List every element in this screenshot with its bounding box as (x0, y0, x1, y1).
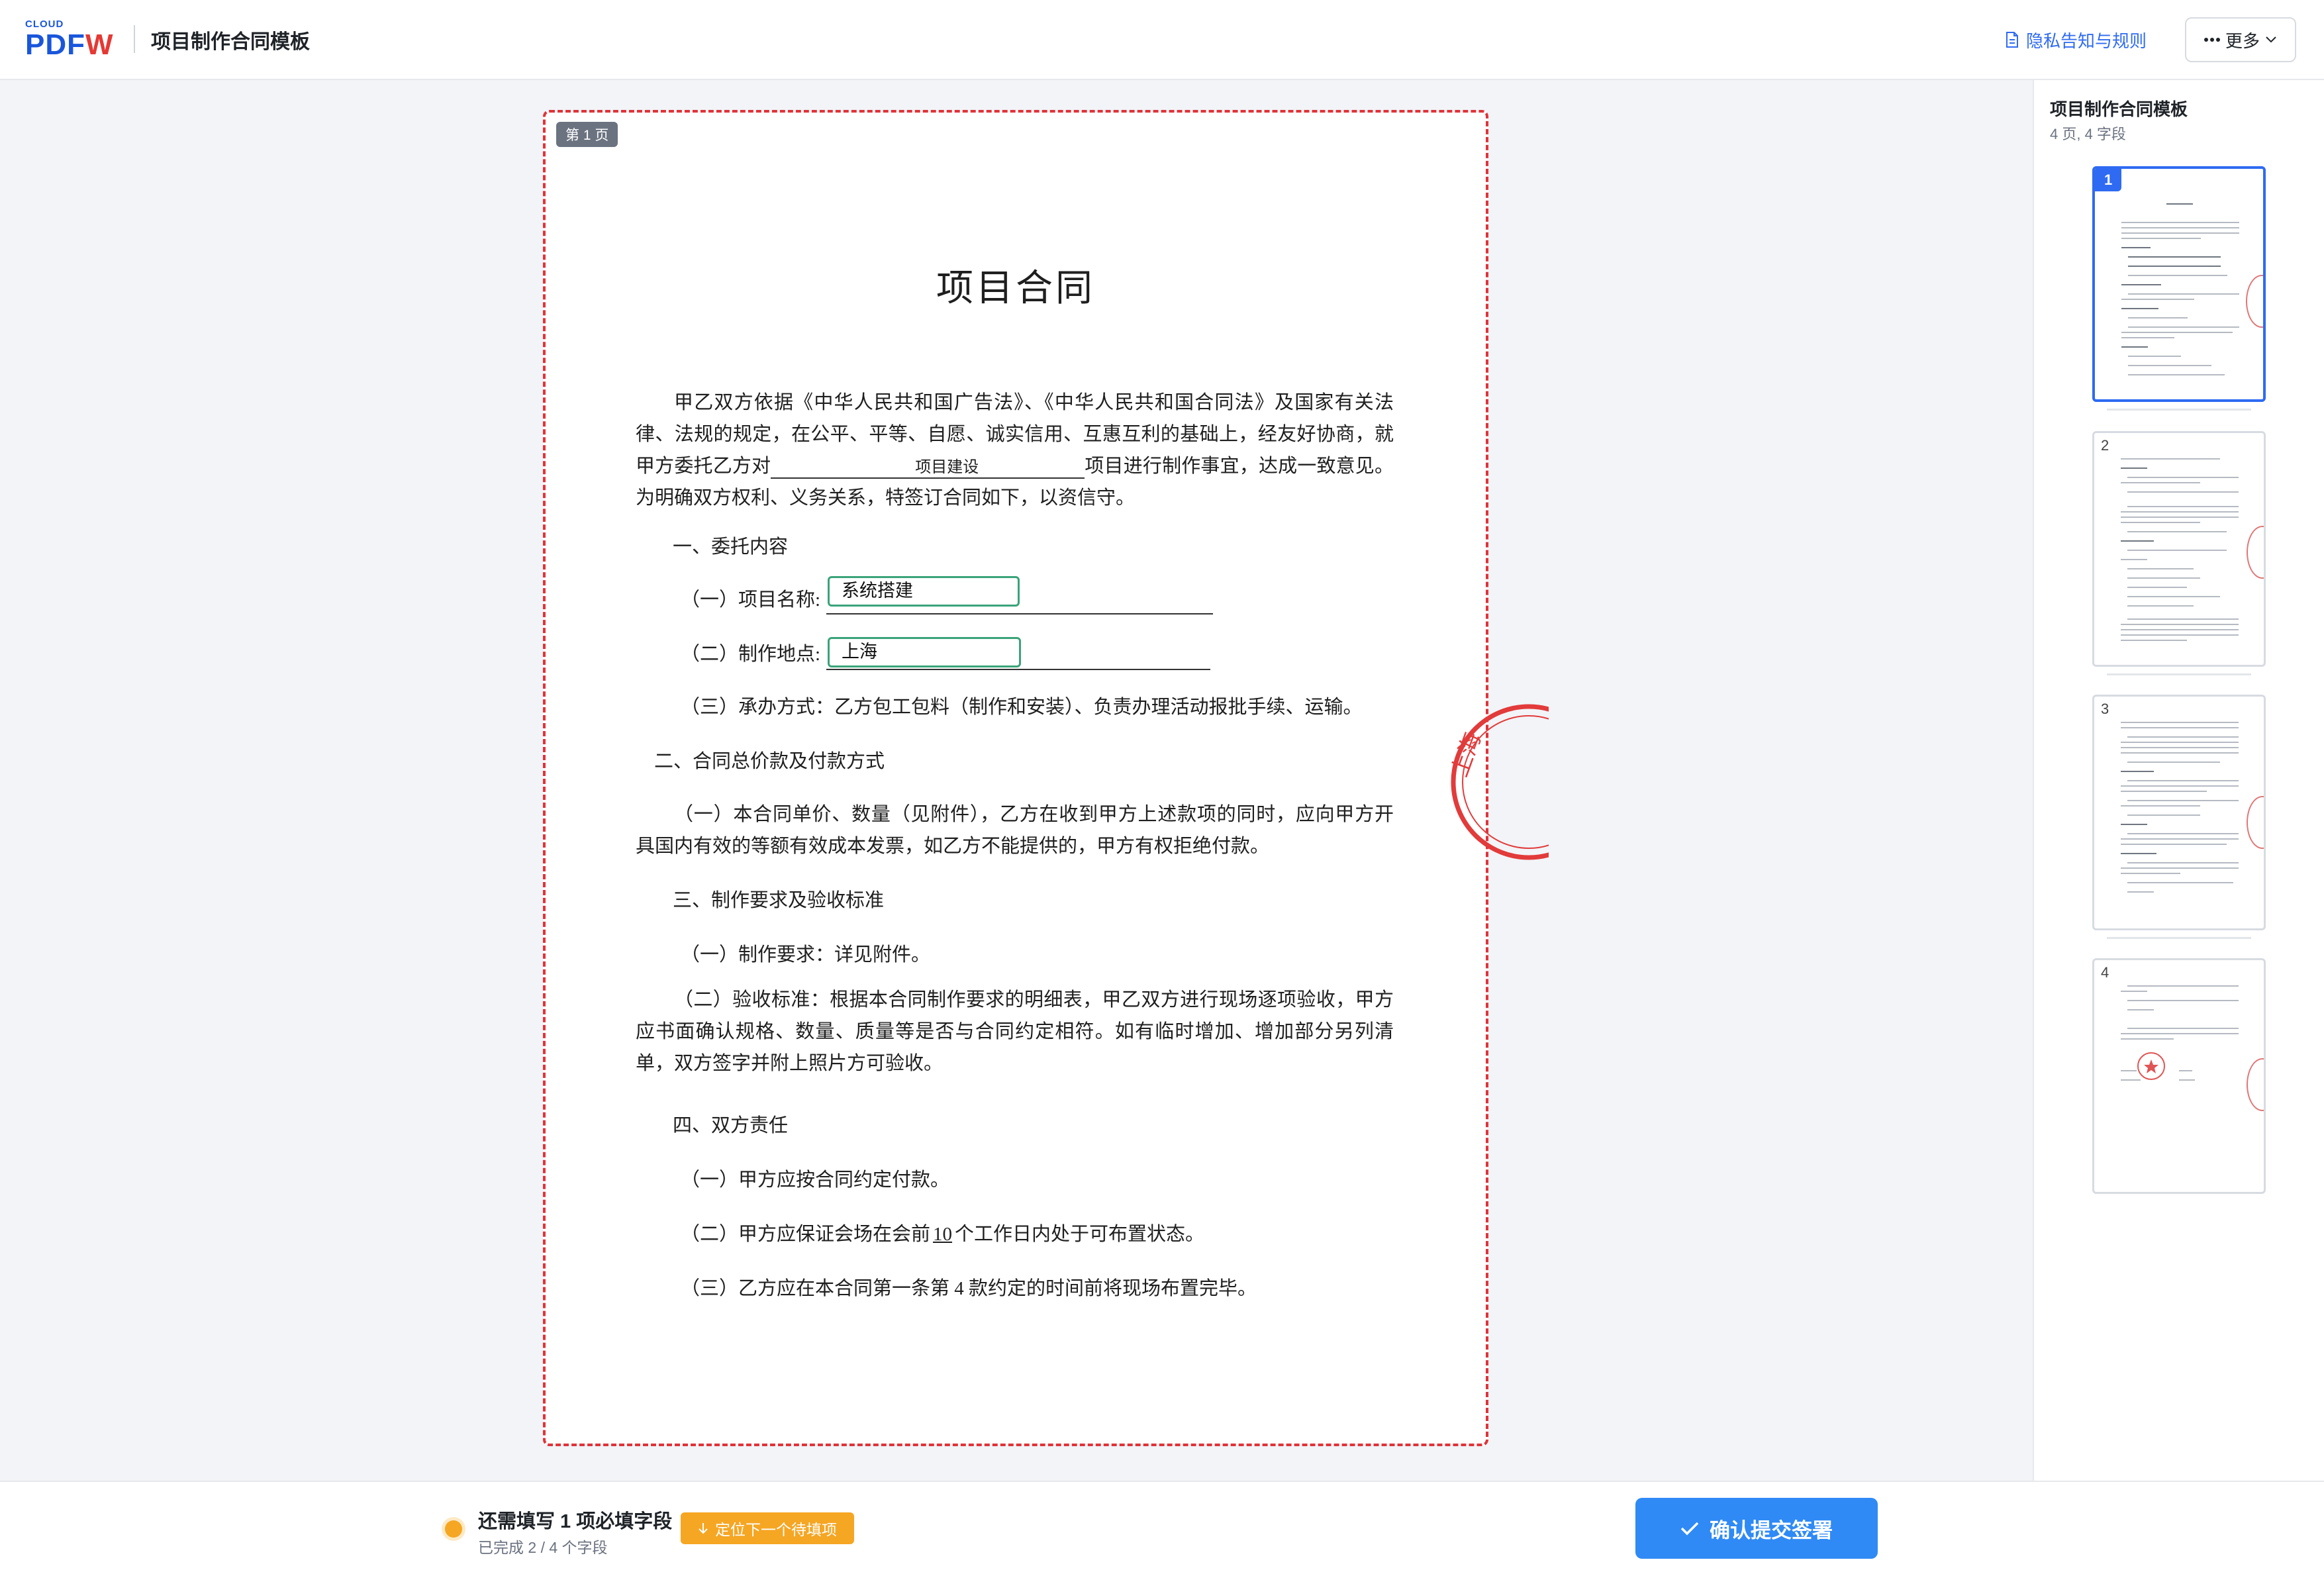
s4-item2: （二）甲方应保证会场在会前 10 个工作日内处于可布置状态。 (681, 1221, 1204, 1248)
thumbnail-number: 3 (2101, 701, 2109, 717)
privacy-rules-link[interactable]: 隐私告知与规则 (2005, 26, 2147, 53)
project-name-label: （一）项目名称: (681, 589, 821, 611)
app-header: CLOUD PDFW 项目制作合同模板 隐私告知与规则 更多 (0, 0, 2324, 80)
s3-item2: （二）验收标准：根据本合同制作要求的明细表，甲乙双方进行现场逐项验收，甲方应书面… (636, 989, 1394, 1074)
document-icon (2006, 32, 2018, 48)
required-fields-status: 还需填写 1 项必填字段 (478, 1511, 673, 1532)
project-fill-field[interactable]: 项目建设 (771, 458, 1085, 479)
section-3-title: 三、制作要求及验收标准 (673, 890, 885, 911)
bottom-action-bar: 还需填写 1 项必填字段 已完成 2 / 4 个字段 定位下一个待填项 确认提交… (0, 1481, 2324, 1572)
section-4-title: 四、双方责任 (673, 1115, 789, 1136)
thumbnail-seal-star (2137, 1052, 2165, 1080)
section-1-title: 一、委托内容 (673, 536, 789, 558)
s4-item2-text-b: 个工作日内处于可布置状态。 (955, 1224, 1205, 1245)
panel-document-summary: 4 页, 4 字段 (2050, 126, 2126, 142)
s3-item1: （一）制作要求：详见附件。 (681, 944, 931, 965)
thumbnail-seal (2246, 275, 2263, 328)
thumbnail-separator (2107, 937, 2251, 939)
s1-item3: （三）承办方式：乙方包工包料（制作和安装）、负责办理活动报批手续、运输。 (681, 697, 1363, 718)
confirm-submit-sign-button[interactable]: 确认提交签署 (1635, 1498, 1878, 1559)
s4-item1: （一）甲方应按合同约定付款。 (681, 1169, 950, 1191)
thumbnail-number: 1 (2095, 169, 2122, 191)
project-name-field[interactable]: 系统搭建 (828, 576, 1020, 607)
chevron-down-icon (2266, 36, 2276, 43)
company-seal-partial: 上海 (1429, 699, 1549, 865)
s4-item3: （三）乙方应在本合同第一条第 4 款约定的时间前将现场布置完毕。 (681, 1278, 1257, 1299)
pending-status-dot (445, 1520, 462, 1538)
header-divider (134, 25, 135, 53)
thumbnail-number: 2 (2101, 437, 2109, 454)
locate-next-field-button[interactable]: 定位下一个待填项 (681, 1512, 854, 1544)
svg-text:上海: 上海 (1447, 729, 1486, 780)
project-name-rule (826, 613, 1213, 614)
section-2-title: 二、合同总价款及付款方式 (654, 751, 885, 772)
check-icon (1680, 1522, 1699, 1536)
cloudpdfw-logo[interactable]: CLOUD PDFW (25, 19, 122, 61)
page-thumbnail-1[interactable]: 1 (2092, 166, 2266, 402)
thumbnail-separator (2107, 673, 2251, 675)
logo-w-text: W (85, 28, 114, 61)
page-thumbnail-4[interactable]: 4 (2092, 958, 2266, 1194)
thumbnail-separator (2107, 409, 2251, 411)
thumbnail-panel: 项目制作合同模板 4 页, 4 字段 1 2 3 4 (2033, 80, 2324, 1481)
confirm-submit-sign-label: 确认提交签署 (1710, 1518, 1833, 1542)
logo-wordmark: PDFW (25, 29, 114, 61)
panel-document-title: 项目制作合同模板 (2050, 99, 2188, 119)
more-label: 更多 (2225, 30, 2260, 51)
document-page-1[interactable]: 第 1 页 项目合同 甲乙双方依据《中华人民共和国广告法》、《中华人民共和国合同… (543, 110, 1549, 1446)
thumbnail-number: 4 (2101, 964, 2109, 981)
document-content: 项目合同 甲乙双方依据《中华人民共和国广告法》、《中华人民共和国合同法》及国家有… (546, 113, 1549, 1444)
seal-graphic: 上海 (1447, 704, 1549, 860)
contract-title: 项目合同 (936, 268, 1095, 309)
s2-item1: （一）本合同单价、数量（见附件），乙方在收到甲方上述款项的同时，应向甲方开具国内… (636, 804, 1394, 857)
thumbnail-seal (2247, 1058, 2264, 1111)
page-thumbnail-3[interactable]: 3 (2092, 695, 2266, 930)
locate-next-field-label: 定位下一个待填项 (715, 1521, 837, 1538)
thumbnail-seal (2247, 796, 2264, 849)
s4-item2-days: 10 (933, 1224, 953, 1245)
location-label: （二）制作地点: (681, 644, 821, 665)
location-rule (826, 669, 1210, 670)
more-button[interactable]: 更多 (2185, 17, 2296, 62)
logo-pdf-text: PDF (25, 28, 85, 61)
fields-progress: 已完成 2 / 4 个字段 (478, 1539, 608, 1556)
privacy-rules-label: 隐私告知与规则 (2026, 30, 2147, 51)
ellipsis-icon (2203, 38, 2220, 42)
page-thumbnail-2[interactable]: 2 (2092, 431, 2266, 667)
document-title: 项目制作合同模板 (151, 31, 310, 53)
intro-paragraph: 甲乙双方依据《中华人民共和国广告法》、《中华人民共和国合同法》及国家有关法律、法… (636, 387, 1394, 514)
location-field[interactable]: 上海 (828, 637, 1021, 667)
thumbnail-seal (2247, 526, 2264, 579)
s4-item2-text-a: （二）甲方应保证会场在会前 (681, 1224, 931, 1245)
arrow-down-icon (699, 1523, 708, 1534)
